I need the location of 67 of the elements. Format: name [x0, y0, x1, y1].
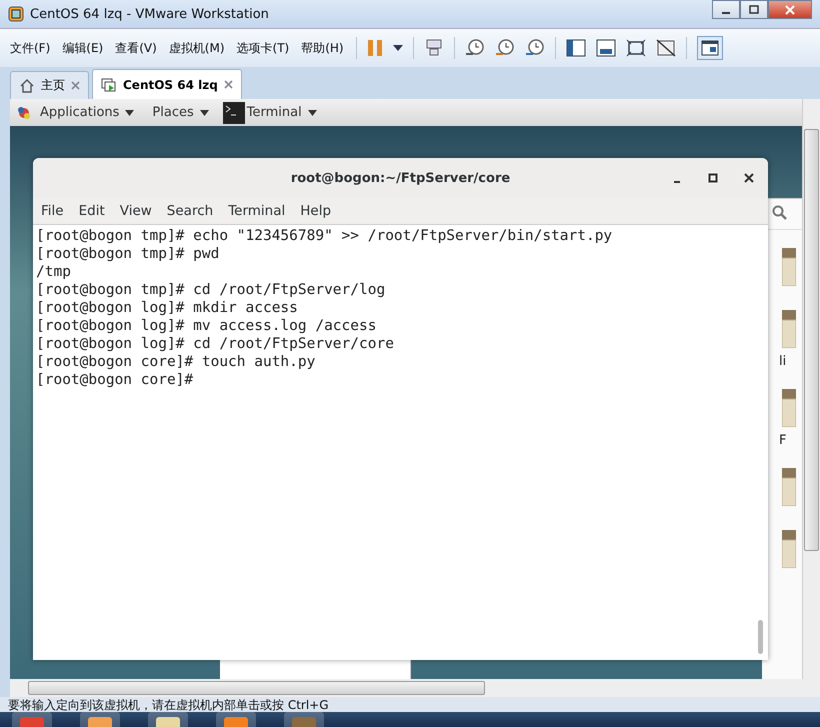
taskbar-button[interactable] — [80, 712, 120, 727]
caret-icon[interactable] — [392, 45, 403, 51]
clock-icon[interactable] — [464, 38, 485, 58]
caret-icon — [200, 110, 209, 116]
scrollbar-thumb[interactable] — [758, 620, 763, 654]
menu-item[interactable]: Help — [300, 203, 332, 219]
window-title: CentOS 64 lzq - VMware Workstation — [30, 6, 269, 22]
terminal-icon — [222, 102, 245, 124]
taskbar-button[interactable] — [148, 712, 188, 727]
menu-item[interactable]: Search — [166, 203, 214, 219]
close-button[interactable] — [768, 0, 812, 19]
menu-item[interactable]: 虚拟机(M) — [168, 40, 225, 56]
tab[interactable]: 主页 — [10, 71, 89, 99]
terminal-line: [root@bogon log]# mv access.log /access — [36, 317, 378, 335]
horizontal-scrollbar[interactable] — [10, 679, 820, 697]
maximize-icon — [749, 4, 759, 14]
search-icon[interactable] — [772, 205, 788, 221]
minimize-icon — [722, 12, 730, 14]
vm-icon — [101, 76, 117, 92]
terminal-line: [root@bogon tmp]# cd /root/FtpServer/log — [36, 281, 386, 299]
menu-item[interactable]: 文件(F) — [10, 40, 50, 56]
folder-icon — [782, 530, 796, 568]
terminal-line: [root@bogon log]# mkdir access — [36, 299, 299, 317]
minimize-button[interactable] — [712, 0, 740, 19]
terminal-line: [root@bogon tmp]# pwd — [36, 245, 220, 263]
menu-item[interactable]: Terminal — [228, 203, 286, 219]
terminal-title: root@bogon:~/FtpServer/core — [290, 170, 510, 186]
app-icon — [8, 6, 24, 22]
folder-icon — [782, 248, 796, 286]
apps-icon — [16, 104, 32, 120]
close-icon[interactable] — [744, 173, 754, 183]
menu-item[interactable]: 编辑(E) — [62, 40, 104, 56]
menu-item[interactable]: 选项卡(T) — [236, 40, 290, 56]
terminal-line: [root@bogon tmp]# echo "123456789" >> /root/FtpServer/bin/start.py — [36, 227, 614, 245]
taskbar-button[interactable] — [216, 712, 256, 727]
folder-icon — [782, 468, 796, 506]
terminal-line: [root@bogon core]# touch auth.py — [36, 353, 316, 371]
tab[interactable]: CentOS 64 lzq — [92, 69, 242, 99]
vertical-scrollbar[interactable] — [802, 99, 820, 679]
file-label: li — [779, 354, 788, 369]
console-icon[interactable] — [596, 39, 616, 57]
menu-item[interactable]: Edit — [78, 203, 105, 219]
close-icon — [785, 4, 795, 14]
file-label: F — [779, 433, 788, 448]
home-icon — [19, 78, 35, 94]
terminal-line: [root@bogon log]# cd /root/FtpServer/core — [36, 335, 395, 353]
top-bar-menu[interactable]: Applications — [40, 105, 134, 120]
maximize-button[interactable] — [740, 0, 768, 19]
terminal-line: [root@bogon core]# — [36, 371, 194, 389]
top-bar-menu[interactable]: Terminal — [246, 105, 317, 120]
status-message: 要将输入定向到该虚拟机，请在虚拟机内部单击或按 Ctrl+G — [8, 699, 329, 712]
top-bar-menu[interactable]: Places — [152, 105, 209, 120]
sidebar-icon[interactable] — [566, 39, 586, 57]
menu-item[interactable]: 查看(V) — [115, 40, 157, 56]
view-toggle-button[interactable] — [696, 36, 723, 60]
clock-icon[interactable] — [524, 38, 545, 58]
caret-icon — [125, 110, 134, 116]
clock-icon[interactable] — [494, 38, 515, 58]
caret-icon — [308, 110, 317, 116]
menu-item[interactable]: 帮助(H) — [301, 40, 344, 56]
maximize-icon[interactable] — [708, 173, 718, 183]
terminal-line: /tmp — [36, 263, 72, 281]
folder-icon — [782, 389, 796, 427]
fullscreen-icon[interactable] — [626, 39, 646, 57]
menu-item[interactable]: View — [120, 203, 152, 219]
folder-icon — [782, 310, 796, 348]
menu-item[interactable]: File — [41, 203, 64, 219]
